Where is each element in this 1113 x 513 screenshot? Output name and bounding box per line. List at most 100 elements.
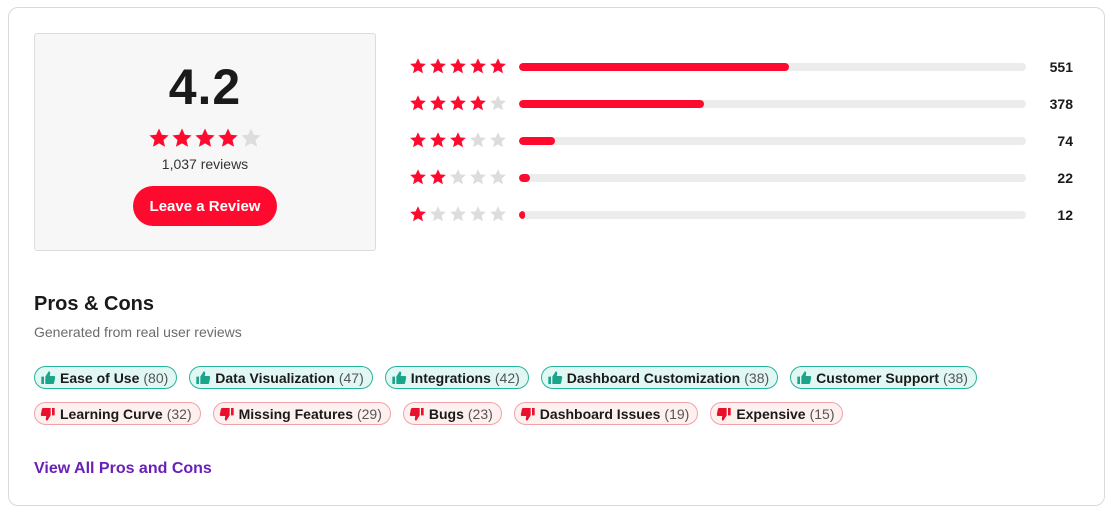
rating-bar-fill <box>519 100 705 108</box>
thumbs-up-icon <box>40 370 56 386</box>
cons-tag-list: Learning Curve (32) Missing Features (29) Bu… <box>34 402 844 425</box>
tag-label: Expensive <box>736 405 806 422</box>
tag-count: (32) <box>166 405 192 422</box>
star-empty-icon <box>489 131 507 149</box>
star-filled-icon <box>429 94 447 112</box>
star-empty-icon <box>469 205 487 223</box>
tag-count: (38) <box>943 369 968 386</box>
review-count: 1,037 reviews <box>161 156 249 172</box>
star-filled-icon <box>409 131 427 149</box>
rating-bar-fill <box>519 174 530 182</box>
average-rating-stars <box>35 127 375 149</box>
star-filled-icon <box>429 57 447 75</box>
star-empty-icon <box>489 168 507 186</box>
tag-count: (42) <box>494 369 520 386</box>
pros-cons-subtitle: Generated from real user reviews <box>34 324 242 340</box>
rating-bar-track <box>519 211 1026 219</box>
tag-count: (38) <box>744 369 770 386</box>
star-empty-icon <box>429 205 447 223</box>
star-filled-icon <box>469 94 487 112</box>
rating-bar-fill <box>519 137 555 145</box>
thumbs-up-icon <box>195 370 211 386</box>
tag-label: Missing Features <box>238 405 353 422</box>
average-rating: 4.2 <box>168 59 242 115</box>
star-filled-icon <box>194 127 216 149</box>
star-empty-icon <box>449 205 467 223</box>
star-filled-icon <box>409 94 427 112</box>
rating-row-stars <box>409 131 507 149</box>
rating-bar-track <box>519 100 1026 108</box>
con-tag[interactable]: Missing Features (29) <box>212 402 391 425</box>
rating-row-count: 378 <box>1049 96 1073 112</box>
tag-count: (29) <box>356 405 382 422</box>
pro-tag[interactable]: Ease of Use (80) <box>34 366 178 389</box>
rating-bar-track <box>519 63 1026 71</box>
rating-row-count: 74 <box>1057 133 1073 149</box>
tag-count: (47) <box>338 369 364 386</box>
star-filled-icon <box>489 57 507 75</box>
rating-row-3-star[interactable]: 74 <box>409 131 1089 151</box>
rating-bar-track <box>519 137 1026 145</box>
tag-label: Data Visualization <box>215 369 335 386</box>
con-tag[interactable]: Learning Curve (32) <box>34 402 201 425</box>
pros-tag-list: Ease of Use (80) Data Visualization (47) Int… <box>34 366 977 389</box>
star-filled-icon <box>429 131 447 149</box>
rating-row-4-star[interactable]: 378 <box>409 94 1089 114</box>
star-empty-icon <box>489 205 507 223</box>
star-filled-icon <box>409 168 427 186</box>
con-tag[interactable]: Expensive (15) <box>710 402 844 425</box>
tag-label: Bugs <box>428 405 464 422</box>
tag-count: (15) <box>809 405 835 422</box>
tag-label: Customer Support <box>816 369 940 386</box>
tag-label: Dashboard Customization <box>566 369 741 386</box>
tag-count: (23) <box>467 405 493 422</box>
star-filled-icon <box>469 57 487 75</box>
thumbs-up-icon <box>796 370 812 386</box>
rating-bar-track <box>519 174 1026 182</box>
thumbs-up-icon <box>391 370 407 386</box>
pro-tag[interactable]: Dashboard Customization (38) <box>540 366 779 389</box>
star-filled-icon <box>449 94 467 112</box>
tag-label: Integrations <box>410 369 491 386</box>
star-filled-icon <box>217 127 239 149</box>
thumbs-down-icon <box>409 406 425 422</box>
thumbs-down-icon <box>520 406 536 422</box>
rating-summary: 4.2 1,037 reviews Leave a Review <box>34 33 376 251</box>
rating-bar-fill <box>519 63 789 71</box>
view-all-pros-cons-link[interactable]: View All Pros and Cons <box>34 460 212 478</box>
rating-row-count: 22 <box>1057 170 1073 186</box>
rating-row-stars <box>409 205 507 223</box>
star-empty-icon <box>469 131 487 149</box>
tag-count: (19) <box>664 405 690 422</box>
rating-row-2-star[interactable]: 22 <box>409 168 1089 188</box>
star-filled-icon <box>429 168 447 186</box>
thumbs-down-icon <box>716 406 732 422</box>
star-empty-icon <box>489 94 507 112</box>
thumbs-down-icon <box>40 406 56 422</box>
thumbs-down-icon <box>219 406 235 422</box>
pro-tag[interactable]: Customer Support (38) <box>790 366 977 389</box>
pros-cons-title: Pros & Cons <box>34 293 155 315</box>
reviews-card: 4.2 1,037 reviews Leave a Review 551 378 7… <box>8 7 1105 506</box>
rating-row-count: 12 <box>1057 207 1073 223</box>
star-filled-icon <box>449 57 467 75</box>
star-filled-icon <box>409 57 427 75</box>
rating-row-1-star[interactable]: 12 <box>409 205 1089 225</box>
con-tag[interactable]: Bugs (23) <box>402 402 502 425</box>
tag-label: Learning Curve <box>60 405 163 422</box>
star-empty-icon <box>449 168 467 186</box>
pro-tag[interactable]: Integrations (42) <box>384 366 529 389</box>
star-empty-icon <box>469 168 487 186</box>
tag-label: Ease of Use <box>60 369 140 386</box>
thumbs-up-icon <box>547 370 563 386</box>
rating-row-stars <box>409 94 507 112</box>
rating-row-5-star[interactable]: 551 <box>409 57 1089 77</box>
star-filled-icon <box>171 127 193 149</box>
rating-bar-fill <box>519 211 526 219</box>
pro-tag[interactable]: Data Visualization (47) <box>189 366 373 389</box>
rating-row-count: 551 <box>1049 59 1073 75</box>
tag-label: Dashboard Issues <box>539 405 661 422</box>
star-filled-icon <box>409 205 427 223</box>
leave-review-button[interactable]: Leave a Review <box>133 186 277 226</box>
con-tag[interactable]: Dashboard Issues (19) <box>513 402 699 425</box>
